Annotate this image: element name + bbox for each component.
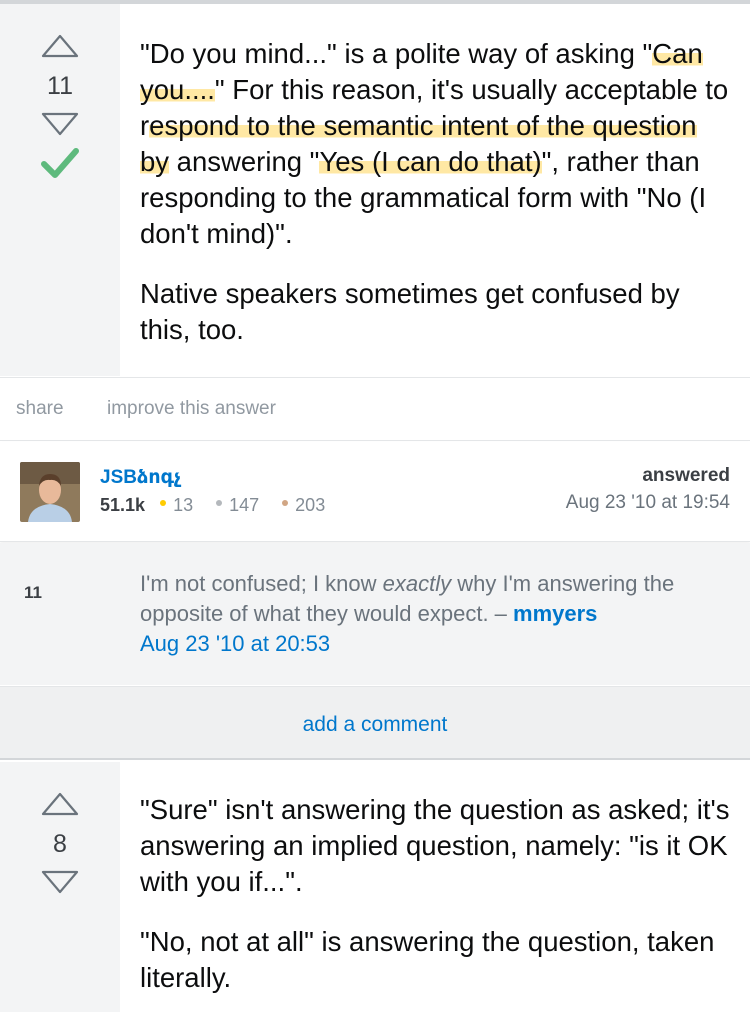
comment-date-link[interactable]: Aug 23 '10 at 20:53 xyxy=(140,631,330,656)
comment-score: 11 xyxy=(24,583,42,602)
answer-paragraph: Native speakers sometimes get confused b… xyxy=(140,278,680,345)
gold-badge-count: 13 xyxy=(173,495,194,515)
answer-body: "Do you mind..." is a polite way of aski… xyxy=(140,36,730,372)
answer-paragraph: "Sure" isn't answering the question as a… xyxy=(140,794,730,897)
bronze-badge-icon xyxy=(282,500,289,506)
comment-author-link[interactable]: mmyers xyxy=(513,601,597,626)
vote-count: 11 xyxy=(47,72,73,100)
answered-label: answered xyxy=(642,465,730,486)
upvote-icon[interactable] xyxy=(41,792,79,816)
answer-actions: share improve this answer xyxy=(0,377,750,441)
answered-date[interactable]: Aug 23 '10 at 19:54 xyxy=(566,492,730,514)
user-name-link[interactable]: JSBձոգչ xyxy=(100,466,181,489)
user-stats: 51.1k 13 147 203 xyxy=(100,495,343,516)
silver-badge-count: 147 xyxy=(229,495,260,515)
vote-gutter: 8 xyxy=(0,762,120,1012)
gold-badge-icon xyxy=(160,500,167,506)
add-comment-link[interactable]: add a comment xyxy=(0,713,750,737)
reputation: 51.1k xyxy=(100,495,146,515)
answer-paragraph: "Do you mind..." is a polite way of aski… xyxy=(140,38,729,249)
vote-gutter: 11 xyxy=(0,4,120,376)
vote-count: 8 xyxy=(53,830,67,858)
user-card: JSBձոգչ 51.1k 13 147 203 answered Aug 23… xyxy=(0,442,750,542)
avatar[interactable] xyxy=(20,462,80,522)
comment: 11 I'm not confused; I know exactly why … xyxy=(0,543,750,685)
add-comment-bar: add a comment xyxy=(0,686,750,760)
improve-answer-link[interactable]: improve this answer xyxy=(107,398,276,420)
downvote-icon[interactable] xyxy=(41,870,79,894)
answer-paragraph: "No, not at all" is answering the questi… xyxy=(140,926,715,993)
downvote-icon[interactable] xyxy=(41,112,79,136)
answer-accepted: 11 "Do you mind..." is a polite way of a… xyxy=(0,4,750,376)
comment-text: I'm not confused; I know exactly why I'm… xyxy=(140,571,675,656)
bronze-badge-count: 203 xyxy=(295,495,326,515)
silver-badge-icon xyxy=(216,500,223,506)
answer: 8 "Sure" isn't answering the question as… xyxy=(0,762,750,1012)
highlight: Yes (I can do that) xyxy=(319,146,542,177)
accepted-check-icon xyxy=(40,146,80,180)
share-link[interactable]: share xyxy=(16,398,64,420)
upvote-icon[interactable] xyxy=(41,34,79,58)
answer-body: "Sure" isn't answering the question as a… xyxy=(140,792,730,1012)
